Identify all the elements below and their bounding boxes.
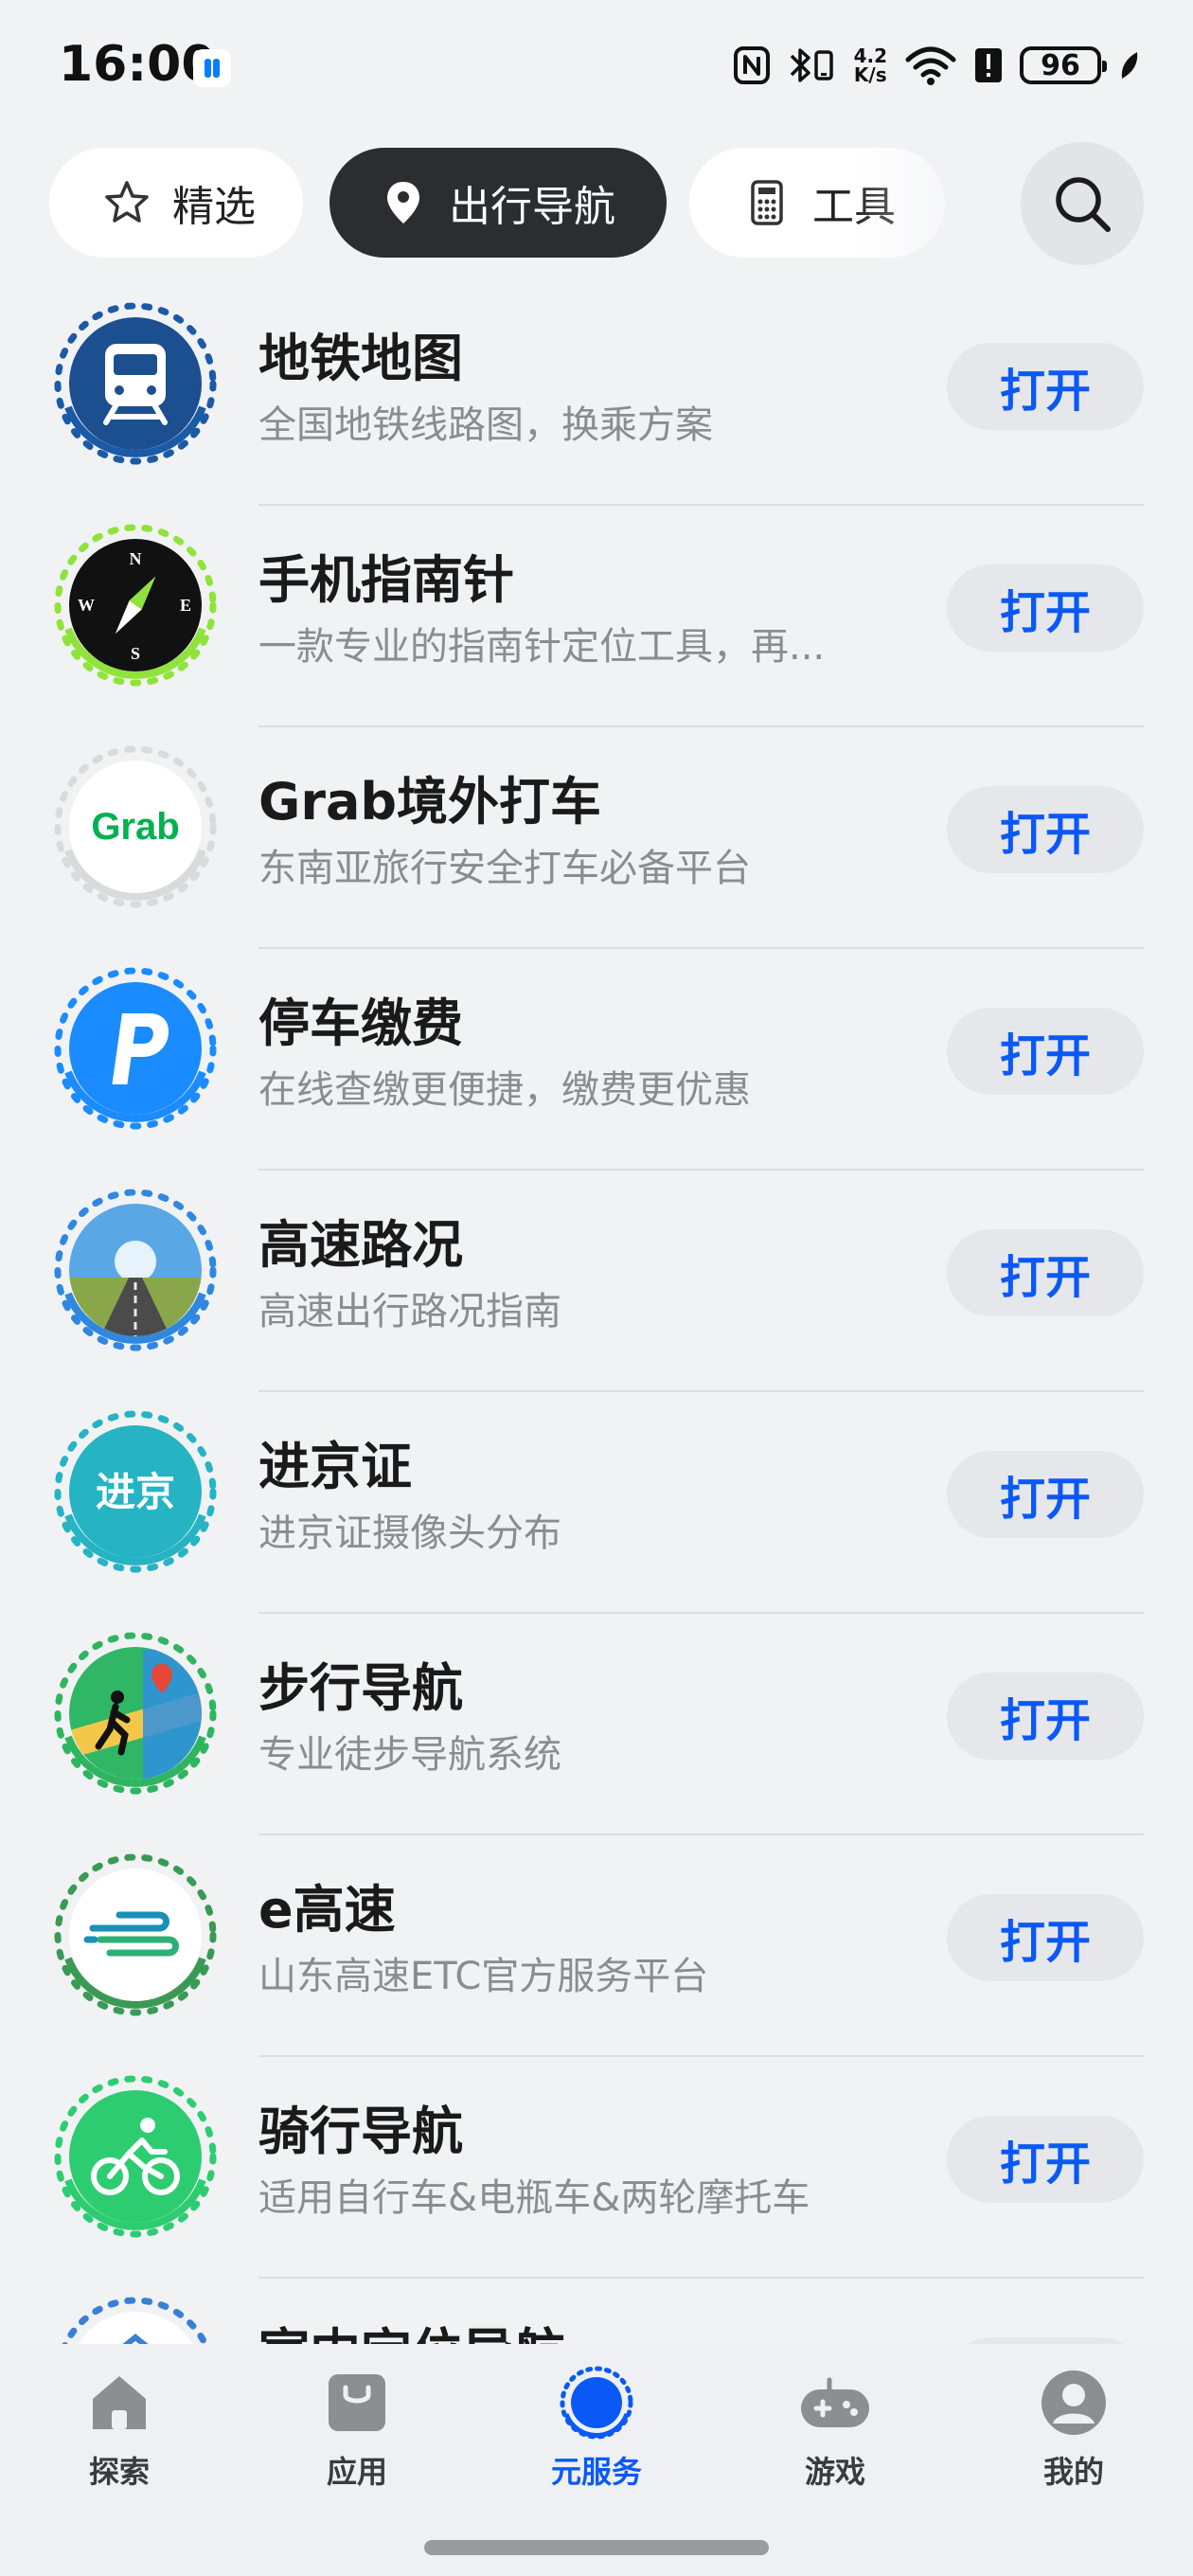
app-description: 东南亚旅行安全打车必备平台: [258, 847, 751, 890]
tab-label: 精选: [172, 183, 256, 231]
nav-label: 我的: [1042, 2454, 1104, 2490]
app-name: 高速路况: [258, 1215, 463, 1275]
list-item[interactable]: 进京 进京证 进京证摄像头分布 打开: [0, 1392, 1193, 1614]
leaf-icon: [1118, 44, 1141, 87]
app-description: 进京证摄像头分布: [258, 1512, 561, 1555]
list-item[interactable]: N S W E 手机指南针 一款专业的指南针定位工具，再... 打开: [0, 506, 1193, 727]
alert-icon: [974, 44, 1003, 87]
app-name: 手机指南针: [258, 550, 514, 610]
app-description: 山东高速ETC官方服务平台: [258, 1955, 709, 1998]
app-notification-icon: [193, 49, 231, 87]
open-button[interactable]: 打开: [947, 1673, 1144, 1760]
gamepad-icon: [795, 2363, 875, 2442]
app-name: 停车缴费: [258, 993, 463, 1053]
svg-text:E: E: [180, 596, 191, 615]
app-name: 进京证: [258, 1437, 412, 1496]
app-description: 一款专业的指南针定位工具，再...: [258, 625, 826, 669]
open-button[interactable]: 打开: [947, 1894, 1144, 1981]
open-button[interactable]: 打开: [947, 2116, 1144, 2203]
cycling-icon: [53, 2074, 218, 2239]
app-description: 全国地铁线路图，换乘方案: [258, 403, 713, 447]
open-button[interactable]: 打开: [947, 1008, 1144, 1095]
nav-label: 应用: [326, 2454, 387, 2490]
beijing-permit-icon: 进京: [53, 1409, 218, 1574]
list-item[interactable]: 停车缴费 在线查缴更便捷，缴费更优惠 打开: [0, 949, 1193, 1171]
app-name: 地铁地图: [258, 329, 463, 388]
app-list: 地铁地图 全国地铁线路图，换乘方案 打开 N S W E 手机指南针 一款专业的…: [0, 284, 1193, 2344]
walking-map-icon: [53, 1631, 218, 1796]
nav-atomic-services[interactable]: 元服务: [502, 2363, 691, 2492]
status-icons: 4.2 K/s 96: [733, 44, 1141, 87]
highway-icon: [53, 1188, 218, 1352]
app-description: 专业徒步导航系统: [258, 1733, 561, 1777]
subway-icon: [53, 301, 218, 466]
star-icon: [102, 178, 151, 227]
profile-icon: [1034, 2363, 1113, 2442]
battery-indicator: 96: [1020, 46, 1107, 84]
wifi-icon: [904, 44, 957, 87]
list-item[interactable]: 骑行导航 适用自行车&电瓶车&两轮摩托车 打开: [0, 2057, 1193, 2279]
status-time: 16:00: [59, 36, 216, 93]
svg-text:W: W: [78, 596, 95, 615]
home-indicator[interactable]: [424, 2540, 769, 2555]
svg-text:N: N: [130, 549, 142, 568]
open-button[interactable]: 打开: [947, 343, 1144, 430]
list-item[interactable]: 地铁地图 全国地铁线路图，换乘方案 打开: [0, 284, 1193, 506]
app-name: 室内定位导航: [258, 2311, 565, 2344]
nav-label: 游戏: [804, 2454, 865, 2490]
atomic-service-icon: [557, 2363, 636, 2442]
battery-level: 96: [1041, 48, 1080, 82]
shopping-bag-icon: [317, 2363, 397, 2442]
grab-icon: Grab: [53, 744, 218, 909]
status-bar: 16:00 4.2 K/s 96: [0, 0, 1193, 133]
list-item[interactable]: 室内定位导航 打开: [0, 2279, 1193, 2344]
list-item[interactable]: 高速路况 高速出行路况指南 打开: [0, 1171, 1193, 1392]
nav-profile[interactable]: 我的: [979, 2363, 1168, 2492]
tab-featured[interactable]: 精选: [49, 148, 303, 258]
open-button[interactable]: 打开: [947, 786, 1144, 873]
app-description: 在线查缴更便捷，缴费更优惠: [258, 1068, 751, 1112]
search-icon: [1056, 177, 1111, 232]
parking-icon: [53, 966, 218, 1131]
open-button[interactable]: 打开: [947, 1229, 1144, 1316]
app-name: Grab境外打车: [258, 772, 602, 832]
list-item[interactable]: 步行导航 专业徒步导航系统 打开: [0, 1614, 1193, 1835]
open-button[interactable]: 打开: [947, 2337, 1144, 2344]
category-tabs: 精选 出行导航 工具: [0, 142, 1193, 265]
svg-text:S: S: [131, 644, 140, 663]
nav-label: 探索: [88, 2454, 150, 2490]
search-button[interactable]: [1021, 142, 1144, 265]
location-pin-icon: [379, 178, 428, 227]
indoor-nav-icon: [53, 2296, 218, 2344]
app-name: 步行导航: [258, 1658, 463, 1718]
grab-logo-text: Grab: [91, 806, 179, 848]
open-button[interactable]: 打开: [947, 1451, 1144, 1538]
list-item[interactable]: e高速 山东高速ETC官方服务平台 打开: [0, 1835, 1193, 2057]
open-button[interactable]: 打开: [947, 564, 1144, 652]
bluetooth-icon: [788, 44, 837, 87]
speed-value: 4.2: [853, 45, 887, 67]
tab-scroll-fade: [852, 142, 1032, 265]
nav-explore[interactable]: 探索: [25, 2363, 214, 2492]
e-highway-icon: [53, 1852, 218, 2017]
app-name: e高速: [258, 1880, 396, 1940]
list-item[interactable]: Grab Grab境外打车 东南亚旅行安全打车必备平台 打开: [0, 727, 1193, 949]
tab-label: 出行导航: [449, 183, 615, 231]
app-name: 骑行导航: [258, 2102, 463, 2161]
nav-apps[interactable]: 应用: [262, 2363, 452, 2492]
house-icon: [80, 2363, 159, 2442]
speed-unit: K/s: [853, 63, 887, 86]
nav-label: 元服务: [550, 2454, 642, 2490]
app-description: 高速出行路况指南: [258, 1290, 561, 1333]
app-description: 适用自行车&电瓶车&两轮摩托车: [258, 2176, 810, 2220]
network-speed: 4.2 K/s: [854, 44, 887, 87]
nav-games[interactable]: 游戏: [740, 2363, 930, 2492]
calculator-icon: [742, 178, 792, 227]
tab-travel-navigation[interactable]: 出行导航: [329, 148, 667, 258]
permit-logo-text: 进京: [96, 1469, 175, 1515]
compass-icon: N S W E: [53, 523, 218, 688]
nfc-icon: [733, 44, 771, 87]
